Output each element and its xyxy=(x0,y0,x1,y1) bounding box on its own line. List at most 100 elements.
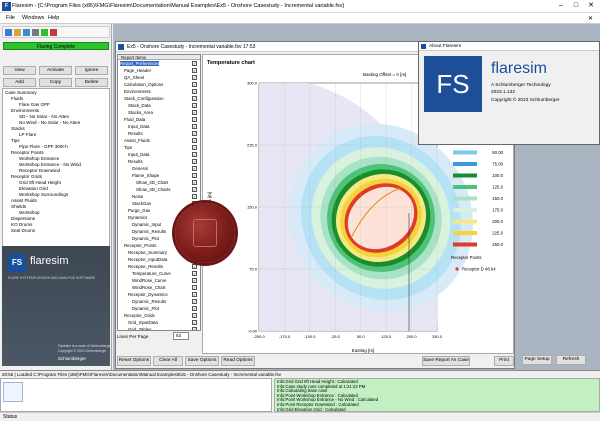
delete-button[interactable]: Delete xyxy=(75,78,108,87)
report-item[interactable]: Tips xyxy=(124,145,132,150)
report-item[interactable]: Receptor_Points xyxy=(124,243,156,248)
report-item-checkbox[interactable]: ✓ xyxy=(192,103,197,108)
tree-item[interactable]: Workshop Surroundings xyxy=(19,192,68,197)
report-item-checkbox[interactable]: ✓ xyxy=(192,89,197,94)
add-button[interactable]: Add xyxy=(3,78,36,87)
report-item[interactable]: Purge_Gas xyxy=(128,208,150,213)
report-item[interactable]: Receptor_Dynamics xyxy=(128,292,168,297)
refresh-button[interactable]: Refresh xyxy=(556,355,586,365)
minimize-button[interactable]: – xyxy=(554,1,568,11)
report-item-checkbox[interactable]: ✓ xyxy=(192,327,197,330)
tree-item[interactable]: Assist Fluids xyxy=(11,198,37,203)
report-item[interactable]: QA_Sheet xyxy=(124,75,144,80)
tree-item[interactable]: KO Drums xyxy=(11,222,32,227)
report-item[interactable]: Input_Data xyxy=(128,152,149,157)
tree-item[interactable]: Receptor Downwind xyxy=(19,168,60,173)
read-options-button[interactable]: Read Options xyxy=(221,356,255,366)
report-item[interactable]: Receptor_InputData xyxy=(128,257,167,262)
report-item-checkbox[interactable]: ✓ xyxy=(192,166,197,171)
report-item-checkbox[interactable]: ✓ xyxy=(192,187,197,192)
report-item[interactable]: Stack_Data xyxy=(128,103,151,108)
report-item[interactable]: Assist_Fluids xyxy=(124,138,150,143)
tree-item[interactable]: Elevation Grid xyxy=(19,186,48,191)
report-item-checkbox[interactable]: ✓ xyxy=(192,320,197,325)
menu-help[interactable]: Help xyxy=(48,15,59,21)
tool-icon[interactable] xyxy=(32,29,39,36)
report-item[interactable]: Dynamic_Input xyxy=(132,222,161,227)
close-button[interactable]: ✕ xyxy=(584,1,598,11)
report-item-checkbox[interactable]: ✓ xyxy=(192,82,197,87)
report-item-checkbox[interactable]: ✓ xyxy=(192,306,197,311)
report-item-checkbox[interactable]: ✓ xyxy=(192,61,197,66)
report-item-checkbox[interactable]: ✓ xyxy=(192,117,197,122)
tree-item[interactable]: Workshop Entrance xyxy=(19,156,59,161)
run-icon[interactable] xyxy=(41,29,48,36)
report-item[interactable]: Stacks_Area xyxy=(128,110,153,115)
report-item-checkbox[interactable]: ✓ xyxy=(192,313,197,318)
close-child-icon[interactable]: ✕ xyxy=(588,15,593,22)
tree-item[interactable]: Seal Drums xyxy=(11,228,35,233)
report-item-checkbox[interactable]: ✓ xyxy=(192,180,197,185)
maximize-button[interactable]: □ xyxy=(569,1,583,11)
report-item-checkbox[interactable]: ✓ xyxy=(192,278,197,283)
report-item[interactable]: Grid_Tables xyxy=(128,327,151,330)
menu-file[interactable]: File xyxy=(6,15,15,21)
report-item[interactable]: Dynamic_Results xyxy=(132,229,166,234)
report-item-checkbox[interactable]: ✓ xyxy=(192,68,197,73)
tree-item[interactable]: Pipe Flare - GPF 300t-h xyxy=(19,144,68,149)
tree-item[interactable]: Receptor Grids xyxy=(11,174,42,179)
tree-item[interactable]: Fluids xyxy=(11,96,23,101)
view-button[interactable]: View xyxy=(3,66,36,75)
report-item[interactable]: General xyxy=(132,166,148,171)
report-item[interactable]: Environments xyxy=(124,89,151,94)
tree-item[interactable]: Workshop Entrance - No Wind xyxy=(19,162,81,167)
report-item-checkbox[interactable]: ✓ xyxy=(192,194,197,199)
report-item-checkbox[interactable]: ✓ xyxy=(192,75,197,80)
report-item-checkbox[interactable]: ✓ xyxy=(192,110,197,115)
report-item[interactable]: Calculation_Options xyxy=(124,82,163,87)
report-item[interactable]: Dynamics xyxy=(128,215,147,220)
report-item[interactable]: Dynamic_Plot xyxy=(132,236,159,241)
report-item[interactable]: Show_2D_Chart xyxy=(136,180,168,185)
report-item[interactable]: Grid_InputData xyxy=(128,320,158,325)
tree-item[interactable]: No Wind - No Solar - No Atten xyxy=(19,120,80,125)
ignore-button[interactable]: Ignore xyxy=(75,66,108,75)
new-icon[interactable] xyxy=(5,29,12,36)
report-item-checkbox[interactable]: ✓ xyxy=(192,292,197,297)
tree-item[interactable]: Workshop xyxy=(19,210,40,215)
menu-windows[interactable]: Windows xyxy=(22,15,44,21)
stop-icon[interactable] xyxy=(50,29,57,36)
tree-item[interactable]: Flare Gas GPF xyxy=(19,102,50,107)
save-report-as-case-button[interactable]: Save Report As Case xyxy=(422,356,470,366)
report-item[interactable]: Flame_Shape xyxy=(132,173,159,178)
tree-item[interactable]: Case Summary xyxy=(5,90,37,95)
report-item-checkbox[interactable]: ✓ xyxy=(192,299,197,304)
report-item-checkbox[interactable]: ✓ xyxy=(192,152,197,157)
report-item[interactable]: Dynamic_Plot xyxy=(132,306,159,311)
tree-item[interactable]: Receptor Points xyxy=(11,150,44,155)
tree-item[interactable]: LP Flare xyxy=(19,132,36,137)
report-item[interactable]: WindRose_Curve xyxy=(132,278,166,283)
tree-item[interactable]: Stacks xyxy=(11,126,25,131)
save-options-button[interactable]: Save Options xyxy=(185,356,219,366)
reset-options-button[interactable]: Reset Options xyxy=(117,356,151,366)
tree-item[interactable]: Environments xyxy=(11,108,39,113)
report-item[interactable]: Receptor_Grids xyxy=(124,313,155,318)
save-icon[interactable] xyxy=(23,29,30,36)
tree-item[interactable]: Grid 0ft Head Height xyxy=(19,180,61,185)
report-item[interactable]: Temperature_Curve xyxy=(132,271,171,276)
report-item[interactable]: Receptor_Results xyxy=(128,264,163,269)
report-item-checkbox[interactable]: ✓ xyxy=(192,173,197,178)
report-item-checkbox[interactable]: ✓ xyxy=(192,131,197,136)
report-item-checkbox[interactable]: ✓ xyxy=(192,264,197,269)
tree-item[interactable]: Shields xyxy=(11,204,26,209)
report-item-checkbox[interactable]: ✓ xyxy=(192,124,197,129)
report-item[interactable]: Report_Preferences xyxy=(120,61,160,66)
report-item-checkbox[interactable]: ✓ xyxy=(192,96,197,101)
tree-item[interactable]: SD - No Solar - No Atten xyxy=(19,114,69,119)
report-item-checkbox[interactable]: ✓ xyxy=(192,138,197,143)
page-setup-button[interactable]: Page Setup xyxy=(522,355,552,365)
report-item[interactable]: Page_Header xyxy=(124,68,151,73)
copy-button[interactable]: Copy xyxy=(39,78,72,87)
report-item[interactable]: Input_Data xyxy=(128,124,149,129)
